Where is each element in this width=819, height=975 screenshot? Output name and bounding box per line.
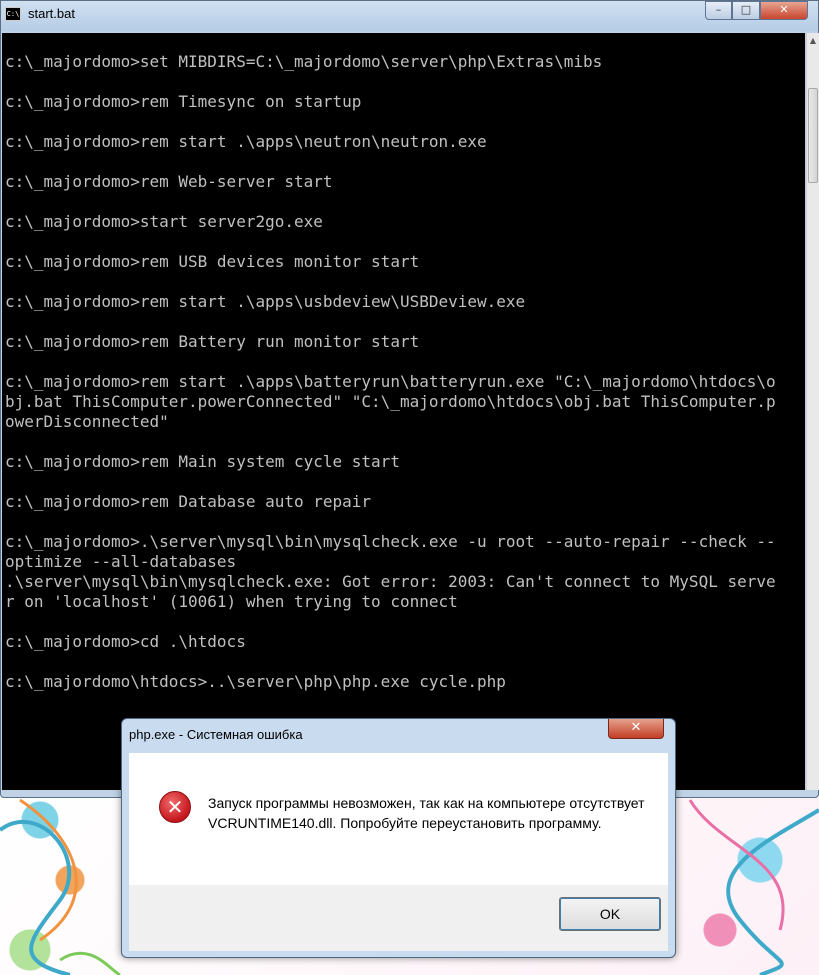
error-icon: ✕ xyxy=(159,791,191,823)
console-line: c:\_majordomo>start server2go.exe xyxy=(5,212,323,231)
vertical-scrollbar[interactable]: ▲ xyxy=(806,33,819,790)
console-line: owerDisconnected" xyxy=(5,412,169,431)
console-line: bj.bat ThisComputer.powerConnected" "C:\… xyxy=(5,392,776,411)
console-line: c:\_majordomo>rem start .\apps\neutron\n… xyxy=(5,132,487,151)
console-app-icon: C:\ xyxy=(5,7,21,21)
error-dialog: php.exe - Системная ошибка ✕ ✕ Запуск пр… xyxy=(121,718,676,958)
console-titlebar[interactable]: C:\ start.bat – □ ✕ xyxy=(1,1,818,31)
dialog-message: Запуск программы невозможен, так как на … xyxy=(208,795,645,831)
console-line: c:\_majordomo>cd .\htdocs xyxy=(5,632,246,651)
console-line: .\server\mysql\bin\mysqlcheck.exe: Got e… xyxy=(5,572,776,591)
close-button[interactable]: ✕ xyxy=(760,1,808,20)
dialog-title: php.exe - Системная ошибка xyxy=(129,727,303,742)
console-line: c:\_majordomo>rem Web-server start xyxy=(5,172,333,191)
console-line: c:\_majordomo>rem USB devices monitor st… xyxy=(5,252,420,271)
scroll-up-arrow-icon[interactable]: ▲ xyxy=(807,33,819,49)
scroll-thumb[interactable] xyxy=(808,88,818,183)
console-output[interactable]: c:\_majordomo>set MIBDIRS=C:\_majordomo\… xyxy=(2,33,805,790)
dialog-content: ✕ Запуск программы невозможен, так как н… xyxy=(129,753,668,885)
console-line: c:\_majordomo>rem Database auto repair xyxy=(5,492,372,511)
console-window: C:\ start.bat – □ ✕ c:\_majordomo>set MI… xyxy=(0,0,819,798)
dialog-footer: OK xyxy=(129,885,668,951)
console-line: c:\_majordomo\htdocs>..\server\php\php.e… xyxy=(5,672,506,691)
maximize-button[interactable]: □ xyxy=(732,1,760,20)
console-line: c:\_majordomo>rem start .\apps\batteryru… xyxy=(5,372,776,391)
dialog-close-button[interactable]: ✕ xyxy=(608,719,664,739)
console-line: c:\_majordomo>rem Main system cycle star… xyxy=(5,452,400,471)
console-lines: c:\_majordomo>set MIBDIRS=C:\_majordomo\… xyxy=(5,52,776,692)
console-line: c:\_majordomo>set MIBDIRS=C:\_majordomo\… xyxy=(5,52,603,71)
ok-button[interactable]: OK xyxy=(559,897,661,931)
console-line: c:\_majordomo>rem Battery run monitor st… xyxy=(5,332,420,351)
console-line: c:\_majordomo>rem Timesync on startup xyxy=(5,92,362,111)
console-line: c:\_majordomo>rem start .\apps\usbdeview… xyxy=(5,292,526,311)
console-title: start.bat xyxy=(28,6,75,21)
minimize-button[interactable]: – xyxy=(705,1,732,20)
console-line: r on 'localhost' (10061) when trying to … xyxy=(5,592,458,611)
console-line: c:\_majordomo>.\server\mysql\bin\mysqlch… xyxy=(5,532,776,551)
console-line: optimize --all-databases xyxy=(5,552,237,571)
